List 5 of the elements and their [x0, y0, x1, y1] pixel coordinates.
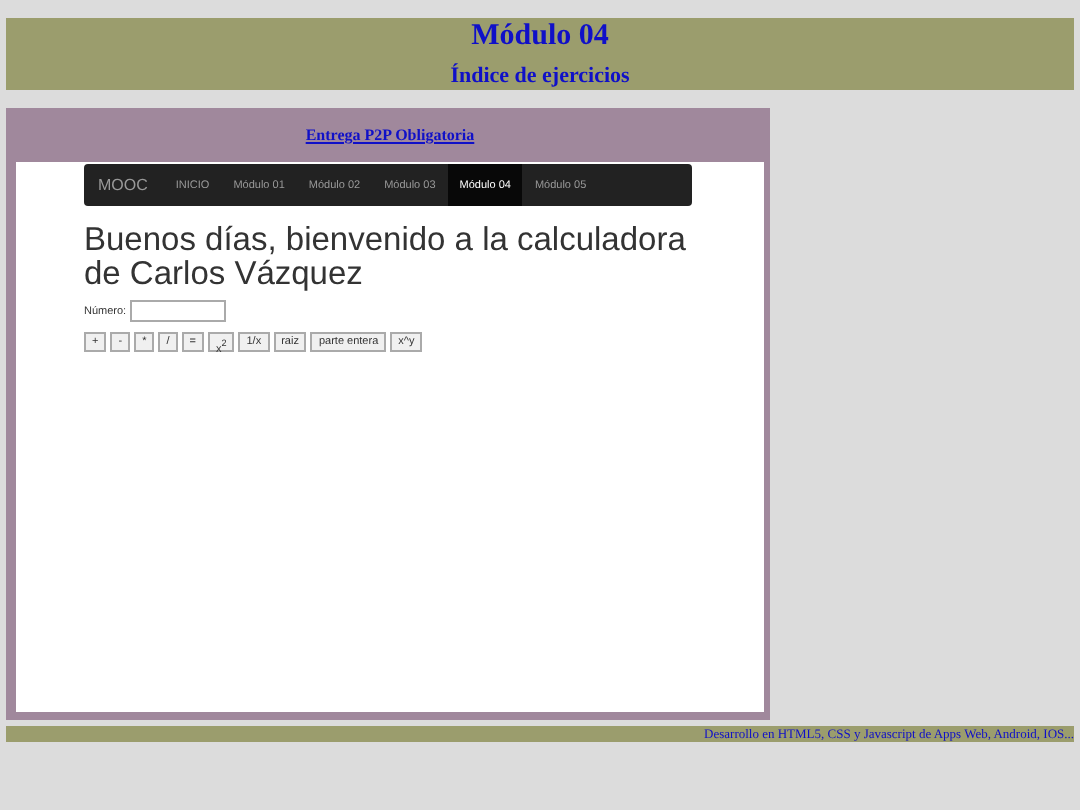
navbar-brand[interactable]: MOOC — [84, 164, 164, 206]
number-input[interactable] — [130, 300, 227, 322]
welcome-heading: Buenos días, bienvenido a la calculadora de Carlos Vázquez — [84, 224, 688, 292]
page-subtitle: Índice de ejercicios — [448, 61, 632, 90]
page-title: Módulo 04 — [469, 18, 611, 54]
